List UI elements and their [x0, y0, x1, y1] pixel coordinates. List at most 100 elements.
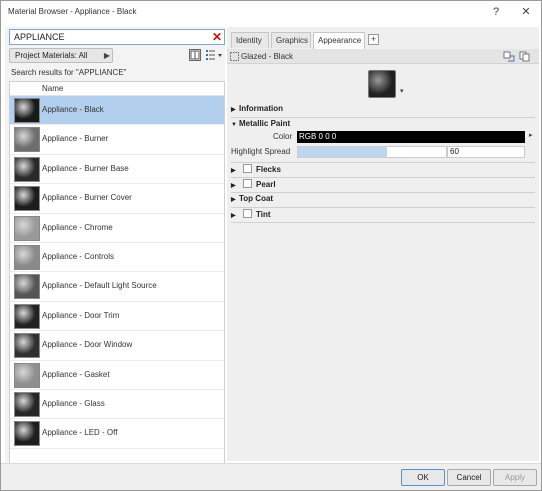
- close-button[interactable]: ✕: [517, 4, 535, 20]
- slider-fill: [298, 147, 387, 157]
- section-pearl[interactable]: ▶ Pearl: [231, 179, 276, 191]
- list-item[interactable]: Appliance - Door Trim: [10, 302, 224, 332]
- material-name: Appliance - LED - Off: [42, 428, 118, 438]
- apply-button[interactable]: Apply: [493, 469, 537, 486]
- list-item[interactable]: Appliance - Gasket: [10, 361, 224, 390]
- material-swatch: [14, 303, 40, 329]
- divider: [231, 177, 535, 178]
- material-swatch: [14, 362, 40, 388]
- title-bar: Material Browser - Appliance - Black ? ✕: [1, 1, 541, 25]
- material-swatch: [14, 215, 40, 241]
- material-swatch: [14, 98, 40, 123]
- tab-appearance[interactable]: Appearance: [313, 32, 365, 49]
- section-tint-label: Tint: [256, 210, 271, 219]
- material-swatch: [14, 156, 40, 182]
- material-name: Appliance - Burner Base: [42, 163, 129, 173]
- appearance-preview-swatch[interactable]: [368, 70, 396, 98]
- collapsed-triangle-icon: ▶: [231, 183, 236, 189]
- dialog-button-bar: OK Cancel Apply: [1, 463, 541, 490]
- expanded-triangle-icon: ▼: [231, 122, 237, 128]
- section-information-label: Information: [239, 104, 283, 113]
- ok-button[interactable]: OK: [401, 469, 445, 486]
- section-top-coat-label: Top Coat: [239, 194, 274, 203]
- search-results-label: Search results for "APPLIANCE": [11, 68, 127, 77]
- chevron-right-icon: ▶: [103, 51, 110, 60]
- list-item[interactable]: Appliance - Default Light Source: [10, 272, 224, 302]
- library-toolbar: Project Materials: All ▶: [9, 48, 225, 64]
- asset-header: Glazed - Black: [227, 49, 539, 64]
- list-item[interactable]: Appliance - Burner: [10, 125, 224, 155]
- section-metallic-paint-label: Metallic Paint: [239, 119, 291, 128]
- list-item[interactable]: Appliance - Chrome: [10, 214, 224, 243]
- search-input[interactable]: APPLIANCE ✕: [9, 29, 225, 45]
- search-value: APPLIANCE: [14, 32, 65, 42]
- section-top-coat[interactable]: ▶ Top Coat: [231, 194, 273, 206]
- list-view-icon[interactable]: [205, 49, 222, 61]
- window-title: Material Browser - Appliance - Black: [8, 7, 137, 16]
- list-item[interactable]: Appliance - LED - Off: [10, 419, 224, 449]
- replace-asset-icon[interactable]: [503, 51, 515, 64]
- material-list: Name Appliance - Black Appliance - Burner…: [9, 81, 225, 470]
- chevron-down-icon[interactable]: ▾: [400, 87, 404, 95]
- flecks-checkbox[interactable]: [243, 164, 252, 173]
- material-editor-pane: Identity Graphics Appearance + Glazed - …: [227, 27, 539, 461]
- material-name: Appliance - Black: [42, 105, 104, 114]
- tint-checkbox[interactable]: [243, 209, 252, 218]
- library-pane: APPLIANCE ✕ Project Materials: All ▶ Sea…: [5, 27, 229, 487]
- material-name: Appliance - Glass: [42, 398, 105, 408]
- cancel-button[interactable]: Cancel: [447, 469, 491, 486]
- material-name: Appliance - Burner: [42, 134, 109, 144]
- material-name: Appliance - Burner Cover: [42, 193, 132, 203]
- add-asset-button[interactable]: +: [368, 34, 379, 45]
- list-item[interactable]: Appliance - Burner Cover: [10, 184, 224, 214]
- list-item[interactable]: Appliance - Glass: [10, 390, 224, 420]
- highlight-spread-slider[interactable]: [297, 146, 447, 158]
- column-header-name[interactable]: Name: [10, 82, 224, 96]
- material-swatch: [14, 127, 40, 153]
- material-swatch: [14, 421, 40, 447]
- pearl-checkbox[interactable]: [243, 179, 252, 188]
- asset-name: Glazed - Black: [241, 52, 294, 61]
- material-name: Appliance - Door Trim: [42, 310, 120, 320]
- material-swatch: [14, 186, 40, 212]
- resize-icon: [230, 52, 239, 63]
- collapsed-triangle-icon: ▶: [231, 213, 236, 219]
- list-item[interactable]: Appliance - Door Window: [10, 331, 224, 361]
- tab-graphics[interactable]: Graphics: [271, 32, 311, 48]
- color-field[interactable]: RGB 0 0 0: [297, 131, 525, 143]
- highlight-spread-label: Highlight Spread: [231, 147, 291, 156]
- divider: [231, 222, 535, 223]
- material-swatch: [14, 244, 40, 270]
- material-swatch: [14, 333, 40, 359]
- material-swatch: [14, 391, 40, 417]
- divider: [231, 162, 535, 163]
- section-flecks-label: Flecks: [256, 165, 281, 174]
- help-button[interactable]: ?: [487, 4, 505, 20]
- section-tint[interactable]: ▶ Tint: [231, 209, 271, 221]
- panel-toggle-icon[interactable]: [189, 49, 201, 61]
- list-item[interactable]: Appliance - Controls: [10, 243, 224, 273]
- library-filter-dropdown[interactable]: Project Materials: All ▶: [9, 48, 113, 63]
- material-name: Appliance - Chrome: [42, 222, 113, 232]
- section-information[interactable]: ▶ Information: [231, 104, 283, 116]
- color-label: Color: [273, 132, 293, 141]
- list-item[interactable]: Appliance - Burner Base: [10, 155, 224, 185]
- material-name: Appliance - Default Light Source: [42, 281, 157, 291]
- section-pearl-label: Pearl: [256, 180, 276, 189]
- collapsed-triangle-icon: ▶: [231, 107, 236, 113]
- divider: [231, 117, 535, 118]
- duplicate-asset-icon[interactable]: [519, 51, 531, 64]
- collapsed-triangle-icon: ▶: [231, 168, 236, 174]
- highlight-spread-value[interactable]: 60: [447, 146, 525, 158]
- chevron-down-icon[interactable]: ▸: [529, 131, 533, 139]
- list-item[interactable]: Appliance - Black: [10, 96, 224, 126]
- material-swatch: [14, 274, 40, 300]
- divider: [231, 192, 535, 193]
- close-icon[interactable]: ✕: [212, 30, 222, 44]
- section-metallic-paint[interactable]: ▼ Metallic Paint: [231, 119, 290, 131]
- material-name: Appliance - Gasket: [42, 369, 110, 379]
- tab-identity[interactable]: Identity: [231, 32, 269, 48]
- section-flecks[interactable]: ▶ Flecks: [231, 164, 281, 176]
- material-name: Appliance - Controls: [42, 251, 115, 261]
- collapsed-triangle-icon: ▶: [231, 197, 236, 203]
